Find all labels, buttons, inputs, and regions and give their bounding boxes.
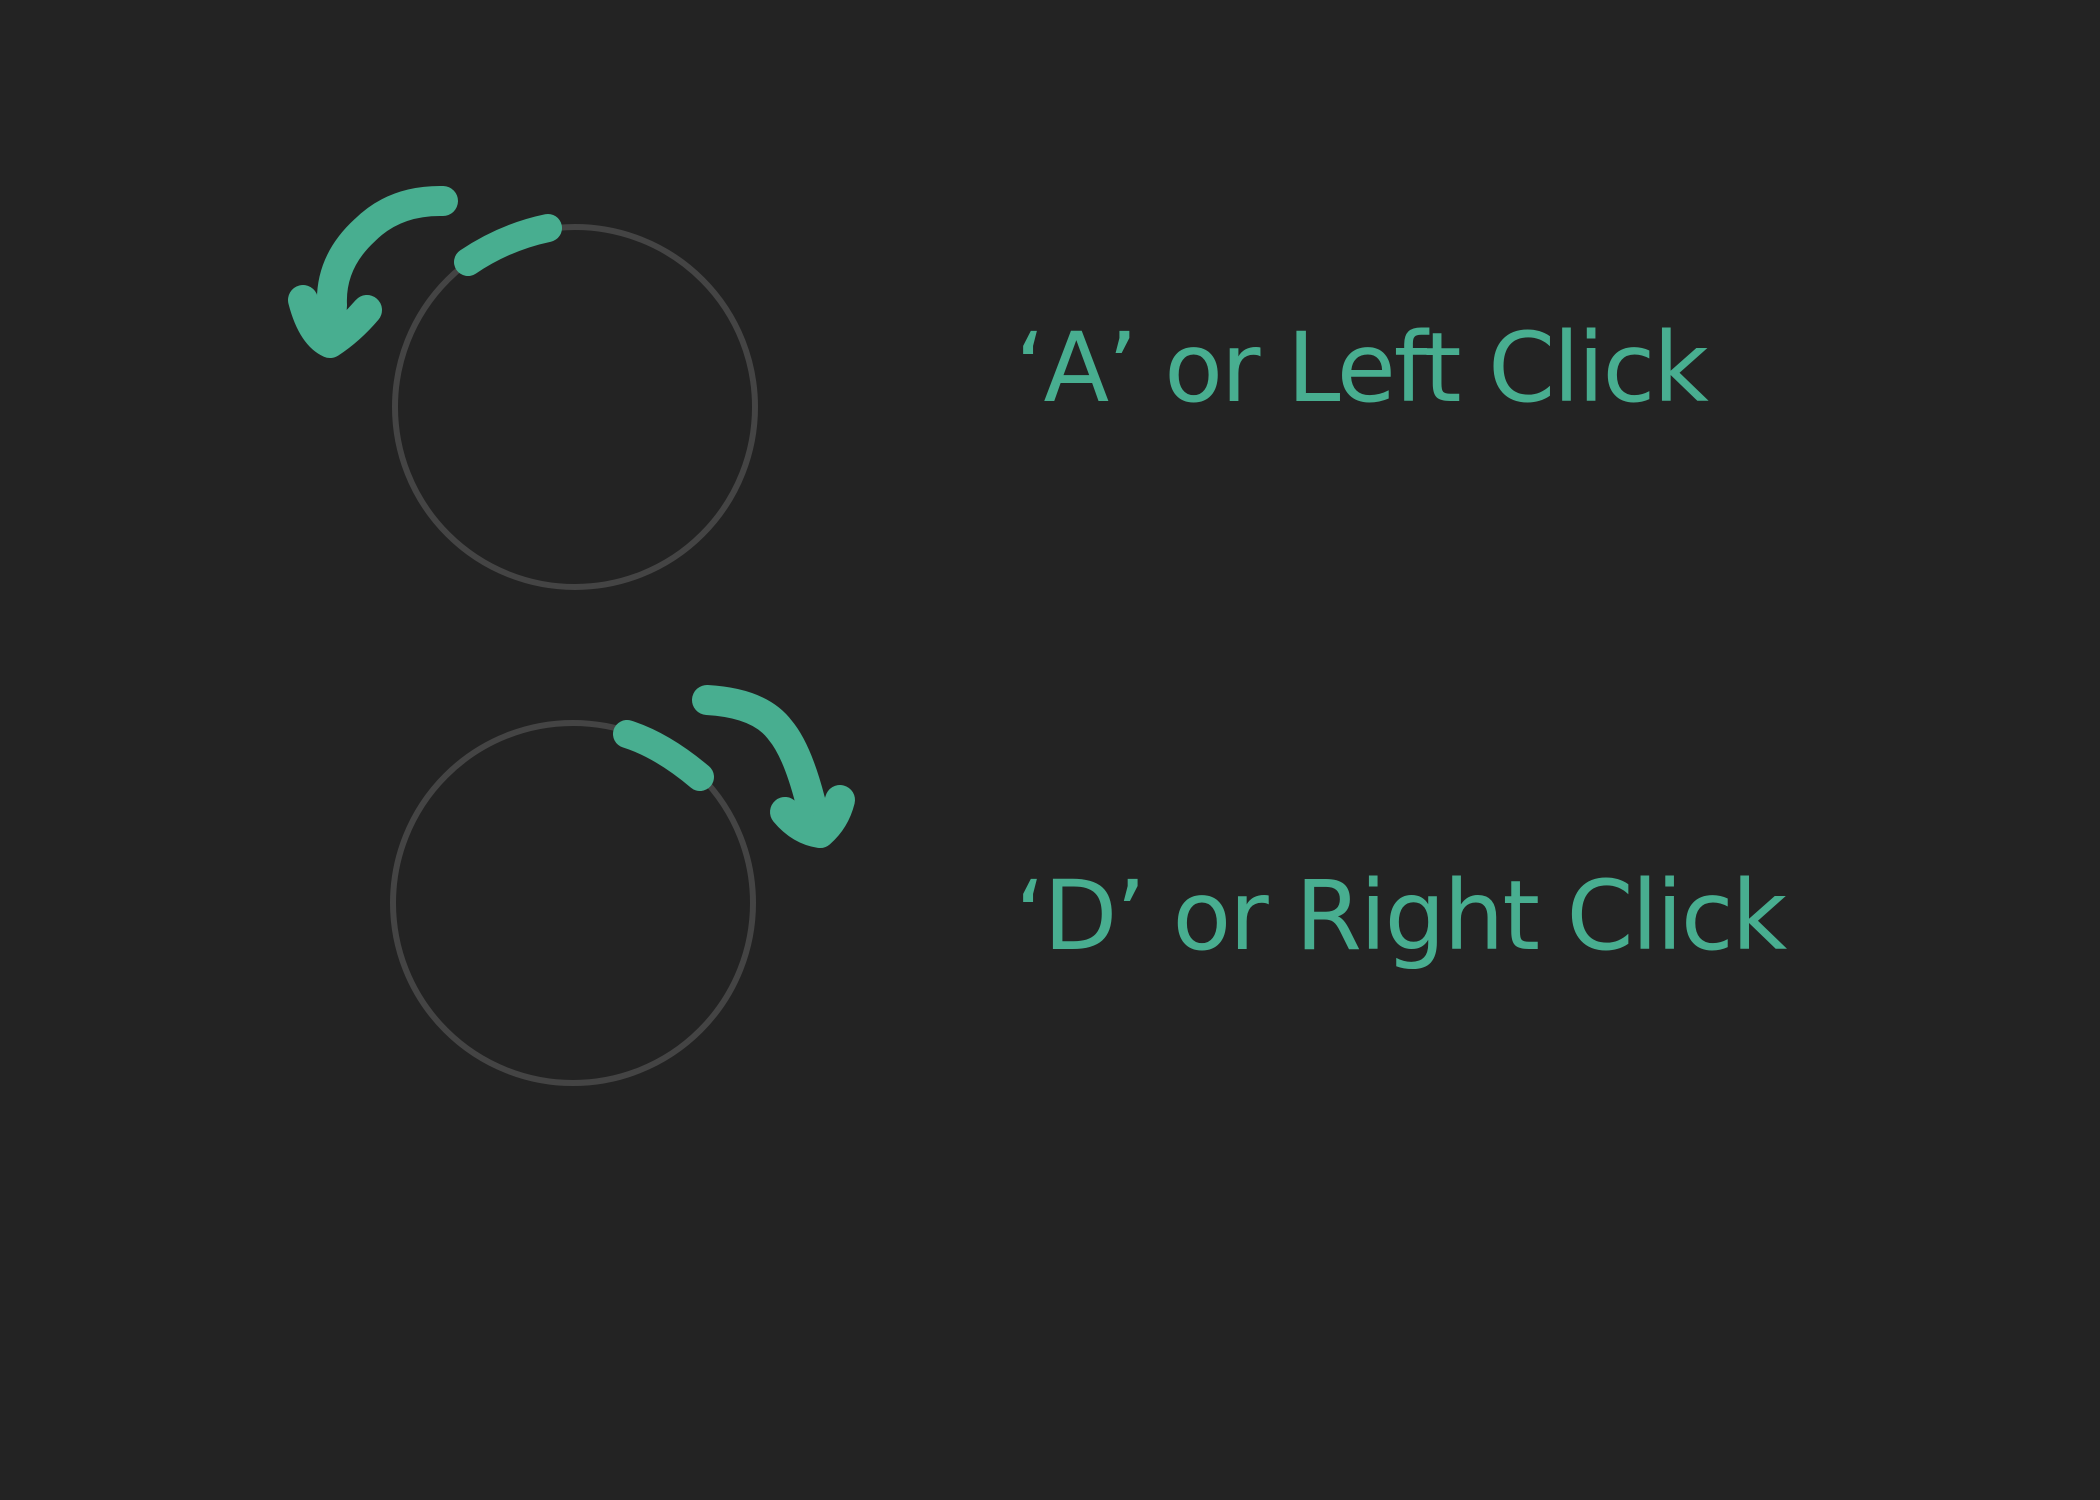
controls-diagram: ‘A’ or Left Click ‘D’ or Right Click xyxy=(0,0,2100,1500)
wheel-outline xyxy=(392,224,758,590)
rotation-arc-short xyxy=(454,214,562,276)
rotation-arc-short xyxy=(613,720,714,791)
rotate-right-label: ‘D’ or Right Click xyxy=(1015,860,1787,972)
rotate-right-control: ‘D’ or Right Click xyxy=(0,680,2100,1180)
rotate-left-control: ‘A’ or Left Click xyxy=(0,0,2100,700)
rotate-left-label: ‘A’ or Left Click xyxy=(1015,312,1709,424)
